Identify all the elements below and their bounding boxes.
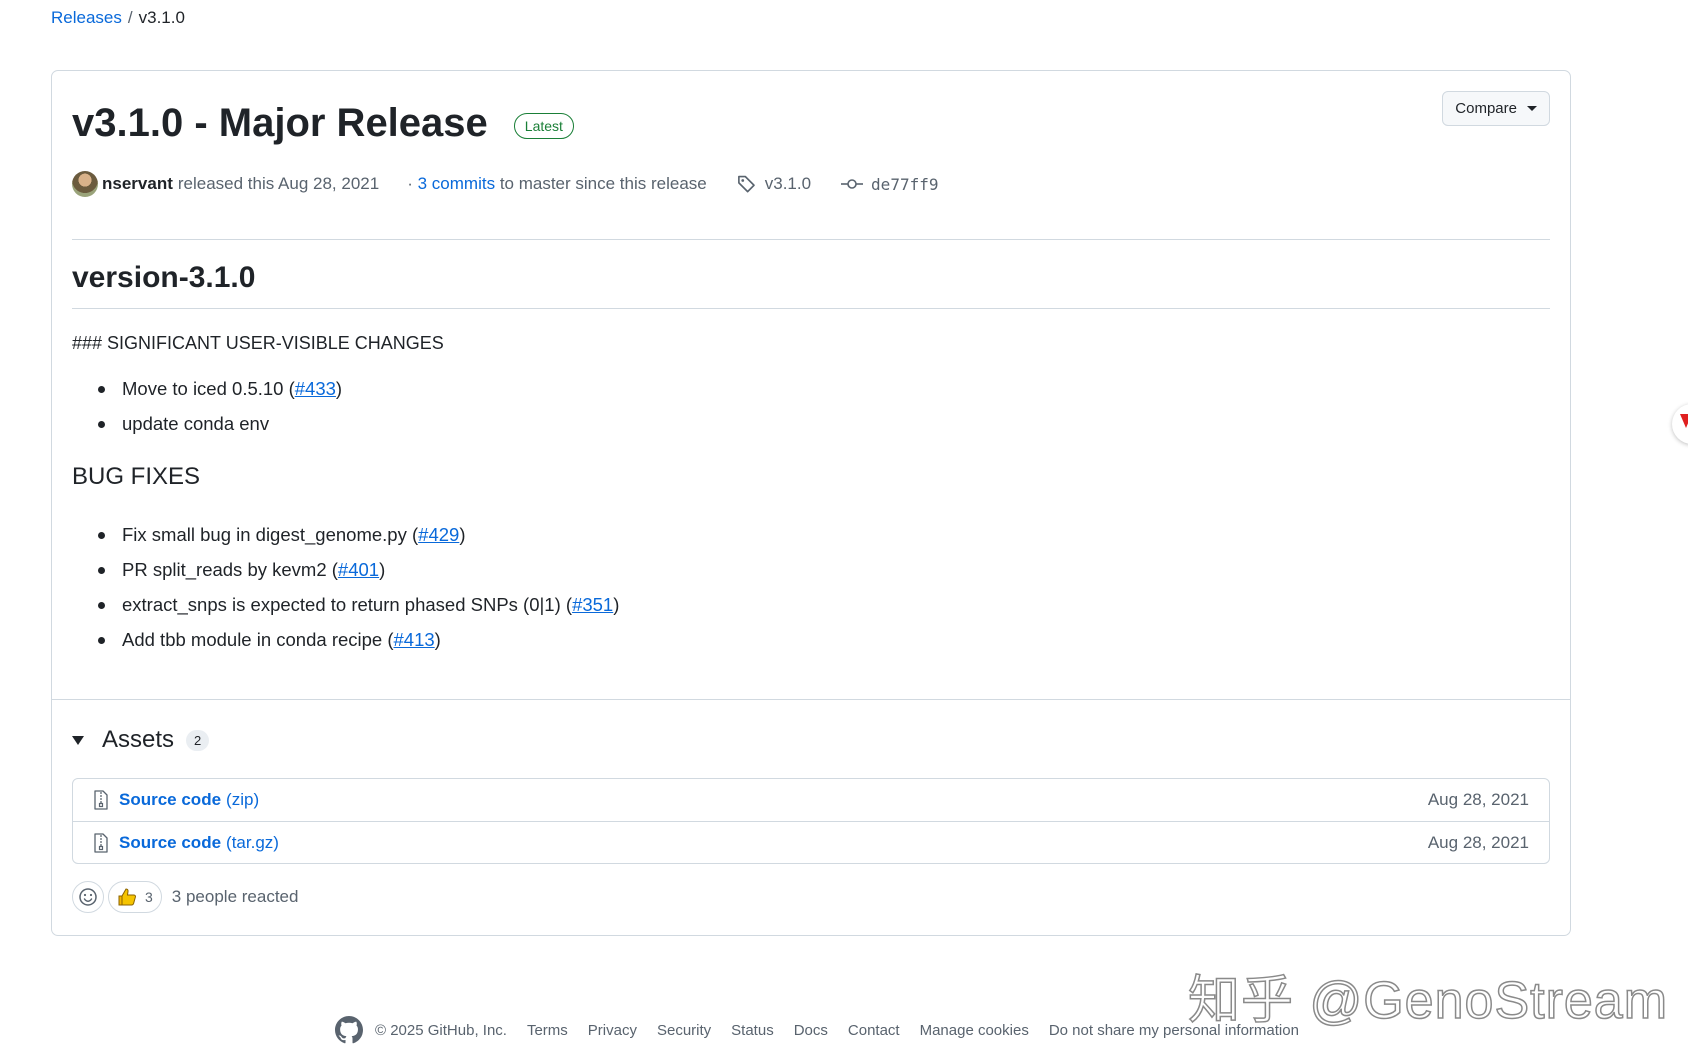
footer-link-terms[interactable]: Terms bbox=[527, 1022, 568, 1039]
add-reaction-button[interactable] bbox=[72, 881, 104, 913]
item-text: PR split_reads by kevm2 ( bbox=[122, 559, 338, 580]
asset-link[interactable]: Source code bbox=[119, 833, 221, 853]
bug-fixes-list: Fix small bug in digest_genome.py (#429)… bbox=[92, 517, 619, 657]
item-suffix: ) bbox=[335, 378, 343, 399]
footer: © 2025 GitHub, Inc. Terms Privacy Securi… bbox=[335, 1016, 1299, 1044]
asset-date: Aug 28, 2021 bbox=[1427, 832, 1529, 852]
commits-suffix: to master since this release bbox=[499, 174, 707, 193]
item-suffix: ) bbox=[459, 524, 466, 545]
item-suffix: ) bbox=[379, 559, 386, 580]
compare-button[interactable]: Compare bbox=[1442, 91, 1550, 126]
commit-sha: de77ff9 bbox=[871, 174, 939, 194]
changes-list: Move to iced 0.5.10 (#433) update conda … bbox=[92, 371, 342, 441]
list-item: Fix small bug in digest_genome.py (#429) bbox=[92, 517, 619, 552]
pr-link[interactable]: #351 bbox=[572, 594, 613, 615]
item-text: Fix small bug in digest_genome.py ( bbox=[122, 524, 419, 545]
release-card: v3.1.0 - Major Release Latest Compare ns… bbox=[51, 70, 1571, 936]
reactions-bar: 3 3 people reacted bbox=[72, 881, 298, 913]
author-link[interactable]: nservant bbox=[102, 174, 173, 194]
item-text: update conda env bbox=[122, 413, 270, 434]
commits-link[interactable]: 3 commits bbox=[418, 174, 495, 193]
thumbs-up-reaction-button[interactable]: 3 bbox=[108, 881, 162, 913]
item-text: extract_snps is expected to return phase… bbox=[122, 594, 573, 615]
asset-date: Aug 28, 2021 bbox=[1427, 790, 1529, 809]
breadcrumb-current: v3.1.0 bbox=[138, 8, 185, 27]
release-meta: nservant released this Aug 28, 2021 · 3 … bbox=[72, 171, 938, 197]
chevron-down-icon bbox=[1527, 106, 1537, 111]
footer-link-status[interactable]: Status bbox=[731, 1022, 774, 1039]
assets-list: Source code (zip) Aug 28, 2021 Source co… bbox=[72, 778, 1550, 864]
divider bbox=[72, 239, 1550, 240]
asset-kind[interactable]: (tar.gz) bbox=[226, 833, 279, 853]
item-text: Add tbb module in conda recipe ( bbox=[122, 629, 394, 650]
footer-link-manage-cookies[interactable]: Manage cookies bbox=[920, 1022, 1029, 1039]
breadcrumb: Releases / v3.1.0 bbox=[51, 8, 185, 28]
smiley-icon bbox=[79, 888, 97, 906]
avatar[interactable] bbox=[72, 171, 98, 197]
commit-icon bbox=[841, 179, 864, 189]
item-suffix: ) bbox=[434, 629, 441, 650]
thumbs-up-icon bbox=[118, 888, 136, 906]
file-zip-icon bbox=[94, 790, 108, 810]
pr-link[interactable]: #401 bbox=[338, 559, 379, 580]
divider bbox=[72, 308, 1550, 309]
item-text: Move to iced 0.5.10 ( bbox=[122, 378, 295, 399]
list-item: update conda env bbox=[92, 406, 342, 441]
pr-link[interactable]: #433 bbox=[295, 378, 336, 399]
reactions-summary: 3 people reacted bbox=[171, 887, 299, 906]
triangle-down-icon bbox=[72, 735, 84, 745]
asset-link[interactable]: Source code bbox=[119, 790, 221, 810]
list-item: Add tbb module in conda recipe (#413) bbox=[92, 622, 619, 657]
pr-link[interactable]: #413 bbox=[394, 629, 435, 650]
release-title[interactable]: v3.1.0 - Major Release bbox=[72, 101, 488, 146]
asset-kind[interactable]: (zip) bbox=[226, 790, 259, 810]
latest-badge: Latest bbox=[513, 112, 574, 139]
tag-icon bbox=[737, 175, 755, 193]
released-text: released this Aug 28, 2021 bbox=[177, 174, 380, 193]
asset-row: Source code (zip) Aug 28, 2021 bbox=[73, 779, 1549, 821]
assets-title: Assets bbox=[102, 726, 175, 753]
divider bbox=[52, 699, 1570, 700]
footer-link-security[interactable]: Security bbox=[657, 1022, 711, 1039]
compare-label: Compare bbox=[1455, 100, 1517, 117]
breadcrumb-separator: / bbox=[127, 8, 133, 27]
watermark: 知乎 @GenoStream bbox=[1187, 971, 1669, 1031]
release-page: Releases / v3.1.0 v3.1.0 - Major Release L… bbox=[0, 0, 1688, 1059]
footer-link-privacy[interactable]: Privacy bbox=[588, 1022, 637, 1039]
assets-count-badge: 2 bbox=[186, 729, 210, 751]
list-item: Move to iced 0.5.10 (#433) bbox=[92, 371, 342, 406]
bug-fixes-heading: BUG FIXES bbox=[72, 463, 201, 490]
commits-prefix: · bbox=[407, 174, 413, 193]
assets-toggle[interactable]: Assets 2 bbox=[72, 726, 210, 754]
side-extension-icon[interactable] bbox=[1672, 404, 1688, 444]
file-zip-icon bbox=[94, 832, 108, 853]
list-item: PR split_reads by kevm2 (#401) bbox=[92, 552, 619, 587]
footer-link-contact[interactable]: Contact bbox=[848, 1022, 900, 1039]
footer-link-docs[interactable]: Docs bbox=[794, 1022, 828, 1039]
item-suffix: ) bbox=[613, 594, 620, 615]
github-mark-icon[interactable] bbox=[335, 1016, 363, 1044]
tag-label: v3.1.0 bbox=[764, 174, 812, 193]
tag-link[interactable]: v3.1.0 bbox=[737, 174, 811, 194]
breadcrumb-releases-link[interactable]: Releases bbox=[51, 8, 122, 27]
commit-link[interactable]: de77ff9 bbox=[841, 175, 938, 194]
asset-row: Source code (tar.gz) Aug 28, 2021 bbox=[73, 821, 1549, 863]
release-title-row: v3.1.0 - Major Release Latest bbox=[72, 101, 574, 146]
changes-section-text: ### SIGNIFICANT USER-VISIBLE CHANGES bbox=[72, 333, 444, 353]
footer-copyright: © 2025 GitHub, Inc. bbox=[375, 1021, 507, 1039]
pr-link[interactable]: #429 bbox=[418, 524, 459, 545]
commits-since: · 3 commits to master since this release bbox=[407, 174, 707, 194]
thumbs-up-count: 3 bbox=[145, 889, 153, 905]
list-item: extract_snps is expected to return phase… bbox=[92, 587, 619, 622]
notes-heading: version-3.1.0 bbox=[72, 261, 256, 294]
